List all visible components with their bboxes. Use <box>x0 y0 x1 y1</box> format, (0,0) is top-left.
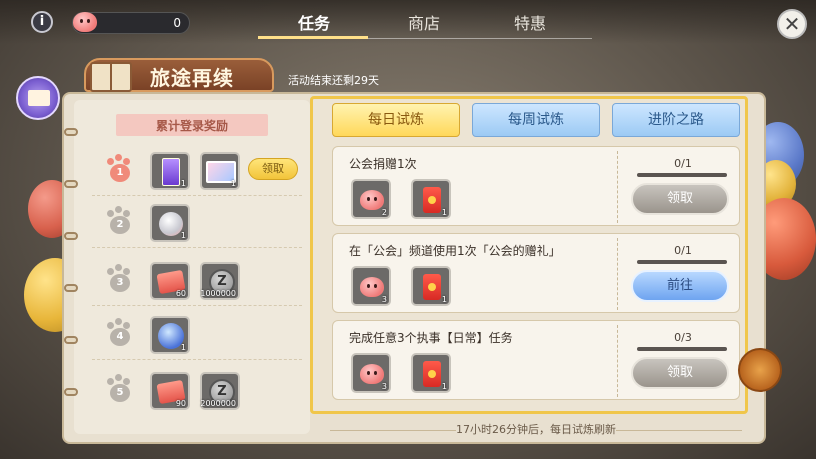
purple-card-icon <box>162 158 180 186</box>
paw-icon: 3 <box>104 264 134 294</box>
currency-display: 0 <box>72 12 190 34</box>
reward-count: 3 <box>381 382 387 391</box>
tab-special-offers[interactable]: 特惠 <box>514 10 546 34</box>
tab-weekly-trial[interactable]: 每周试炼 <box>472 103 600 137</box>
reward-count: 1 <box>441 382 447 391</box>
login-day-row: 1 1 1 领取 <box>92 146 302 196</box>
day-number: 1 <box>110 164 130 182</box>
tab-tasks[interactable]: 任务 <box>298 10 330 34</box>
claim-button[interactable]: 领取 <box>248 158 298 180</box>
login-day-row: 4 1 <box>92 310 302 360</box>
reward-count: 1 <box>180 179 186 188</box>
spiral-binding <box>64 232 78 240</box>
reward-count: 2000000 <box>200 399 236 408</box>
tab-shop[interactable]: 商店 <box>408 10 440 34</box>
info-icon[interactable]: i <box>31 11 53 33</box>
reward-count: 1 <box>441 208 447 217</box>
reward-slot[interactable]: 1 <box>150 204 190 242</box>
task-name: 完成任意3个执事【日常】任务 <box>349 331 513 345</box>
login-day-row: 5 90 Z 2000000 <box>92 366 302 416</box>
claim-button[interactable]: 领取 <box>631 183 729 215</box>
divider <box>617 238 618 310</box>
paw-icon: 4 <box>104 318 134 348</box>
task-name: 在「公会」频道使用1次「公会的赠礼」 <box>349 244 561 258</box>
paw-icon: 1 <box>104 154 134 184</box>
login-day-row: 3 60 Z 1000000 <box>92 256 302 306</box>
progress-bar <box>637 347 727 351</box>
reward-slot[interactable]: 1 <box>150 152 190 190</box>
task-card: 完成任意3个执事【日常】任务 3 1 0/3 领取 <box>332 320 740 400</box>
poring-icon <box>360 277 384 297</box>
reward-slot[interactable]: 3 <box>351 266 391 306</box>
task-name: 公会捐赠1次 <box>349 157 417 171</box>
mail-icon[interactable] <box>16 76 60 120</box>
currency-value: 0 <box>173 16 181 30</box>
reward-count: 60 <box>175 289 186 298</box>
login-day-row: 2 1 <box>92 198 302 248</box>
spiral-binding <box>64 336 78 344</box>
progress-bar <box>637 173 727 177</box>
reward-slot[interactable]: 60 <box>150 262 190 300</box>
reward-slot[interactable]: 1 <box>411 179 451 219</box>
day-number: 2 <box>110 216 130 234</box>
top-tabs: 任务 商店 特惠 <box>258 0 592 44</box>
active-tab-indicator <box>258 36 368 39</box>
spiral-binding <box>64 284 78 292</box>
silver-poring-icon <box>159 212 183 236</box>
day-number: 3 <box>110 274 130 292</box>
spiral-binding <box>64 128 78 136</box>
reward-slot[interactable]: 2 <box>351 179 391 219</box>
reward-count: 2 <box>381 208 387 217</box>
reward-count: 1 <box>180 343 186 352</box>
claim-button[interactable]: 领取 <box>631 357 729 389</box>
divider <box>617 151 618 223</box>
day-number: 5 <box>110 384 130 402</box>
reward-slot[interactable]: 1 <box>411 353 451 393</box>
login-rewards-header: 累计登录奖励 <box>116 114 268 136</box>
reward-slot[interactable]: Z 2000000 <box>200 372 240 410</box>
event-countdown: 活动结束还剩29天 <box>288 74 379 87</box>
reward-count: 1 <box>180 231 186 240</box>
poring-icon <box>360 364 384 384</box>
reward-slot[interactable]: 1 <box>411 266 451 306</box>
reward-slot[interactable]: 3 <box>351 353 391 393</box>
wax-seal-icon <box>738 348 782 392</box>
day-number: 4 <box>110 328 130 346</box>
task-card: 公会捐赠1次 2 1 0/1 领取 <box>332 146 740 226</box>
reward-count: 1 <box>441 295 447 304</box>
paw-icon: 2 <box>104 206 134 236</box>
close-icon[interactable]: ✕ <box>777 9 807 39</box>
reward-count: 3 <box>381 295 387 304</box>
reward-slot[interactable]: 1 <box>200 152 240 190</box>
red-envelope-icon <box>423 361 441 387</box>
task-progress: 0/1 <box>674 157 692 170</box>
refresh-timer: 17小时26分钟后，每日试炼刷新 <box>456 423 616 436</box>
spiral-binding <box>64 388 78 396</box>
red-envelope-icon <box>423 274 441 300</box>
reward-count: 90 <box>175 399 186 408</box>
task-card: 在「公会」频道使用1次「公会的赠礼」 3 1 0/1 前往 <box>332 233 740 313</box>
red-envelope-icon <box>423 187 441 213</box>
divider <box>617 325 618 397</box>
poring-icon <box>360 190 384 210</box>
spiral-binding <box>64 180 78 188</box>
book-icon <box>90 62 132 92</box>
reward-count: 1000000 <box>200 289 236 298</box>
tab-advanced-path[interactable]: 进阶之路 <box>612 103 740 137</box>
reward-slot[interactable]: 90 <box>150 372 190 410</box>
login-rewards-title: 累计登录奖励 <box>155 119 228 133</box>
task-progress: 0/3 <box>674 331 692 344</box>
progress-bar <box>637 260 727 264</box>
paw-icon: 5 <box>104 374 134 404</box>
poring-icon <box>71 9 101 35</box>
reward-count: 1 <box>230 179 236 188</box>
reward-slot[interactable]: 1 <box>150 316 190 354</box>
event-title: 旅途再续 <box>150 66 234 90</box>
tab-daily-trial[interactable]: 每日试炼 <box>332 103 460 137</box>
task-progress: 0/1 <box>674 244 692 257</box>
go-button[interactable]: 前往 <box>631 270 729 302</box>
reward-slot[interactable]: Z 1000000 <box>200 262 240 300</box>
